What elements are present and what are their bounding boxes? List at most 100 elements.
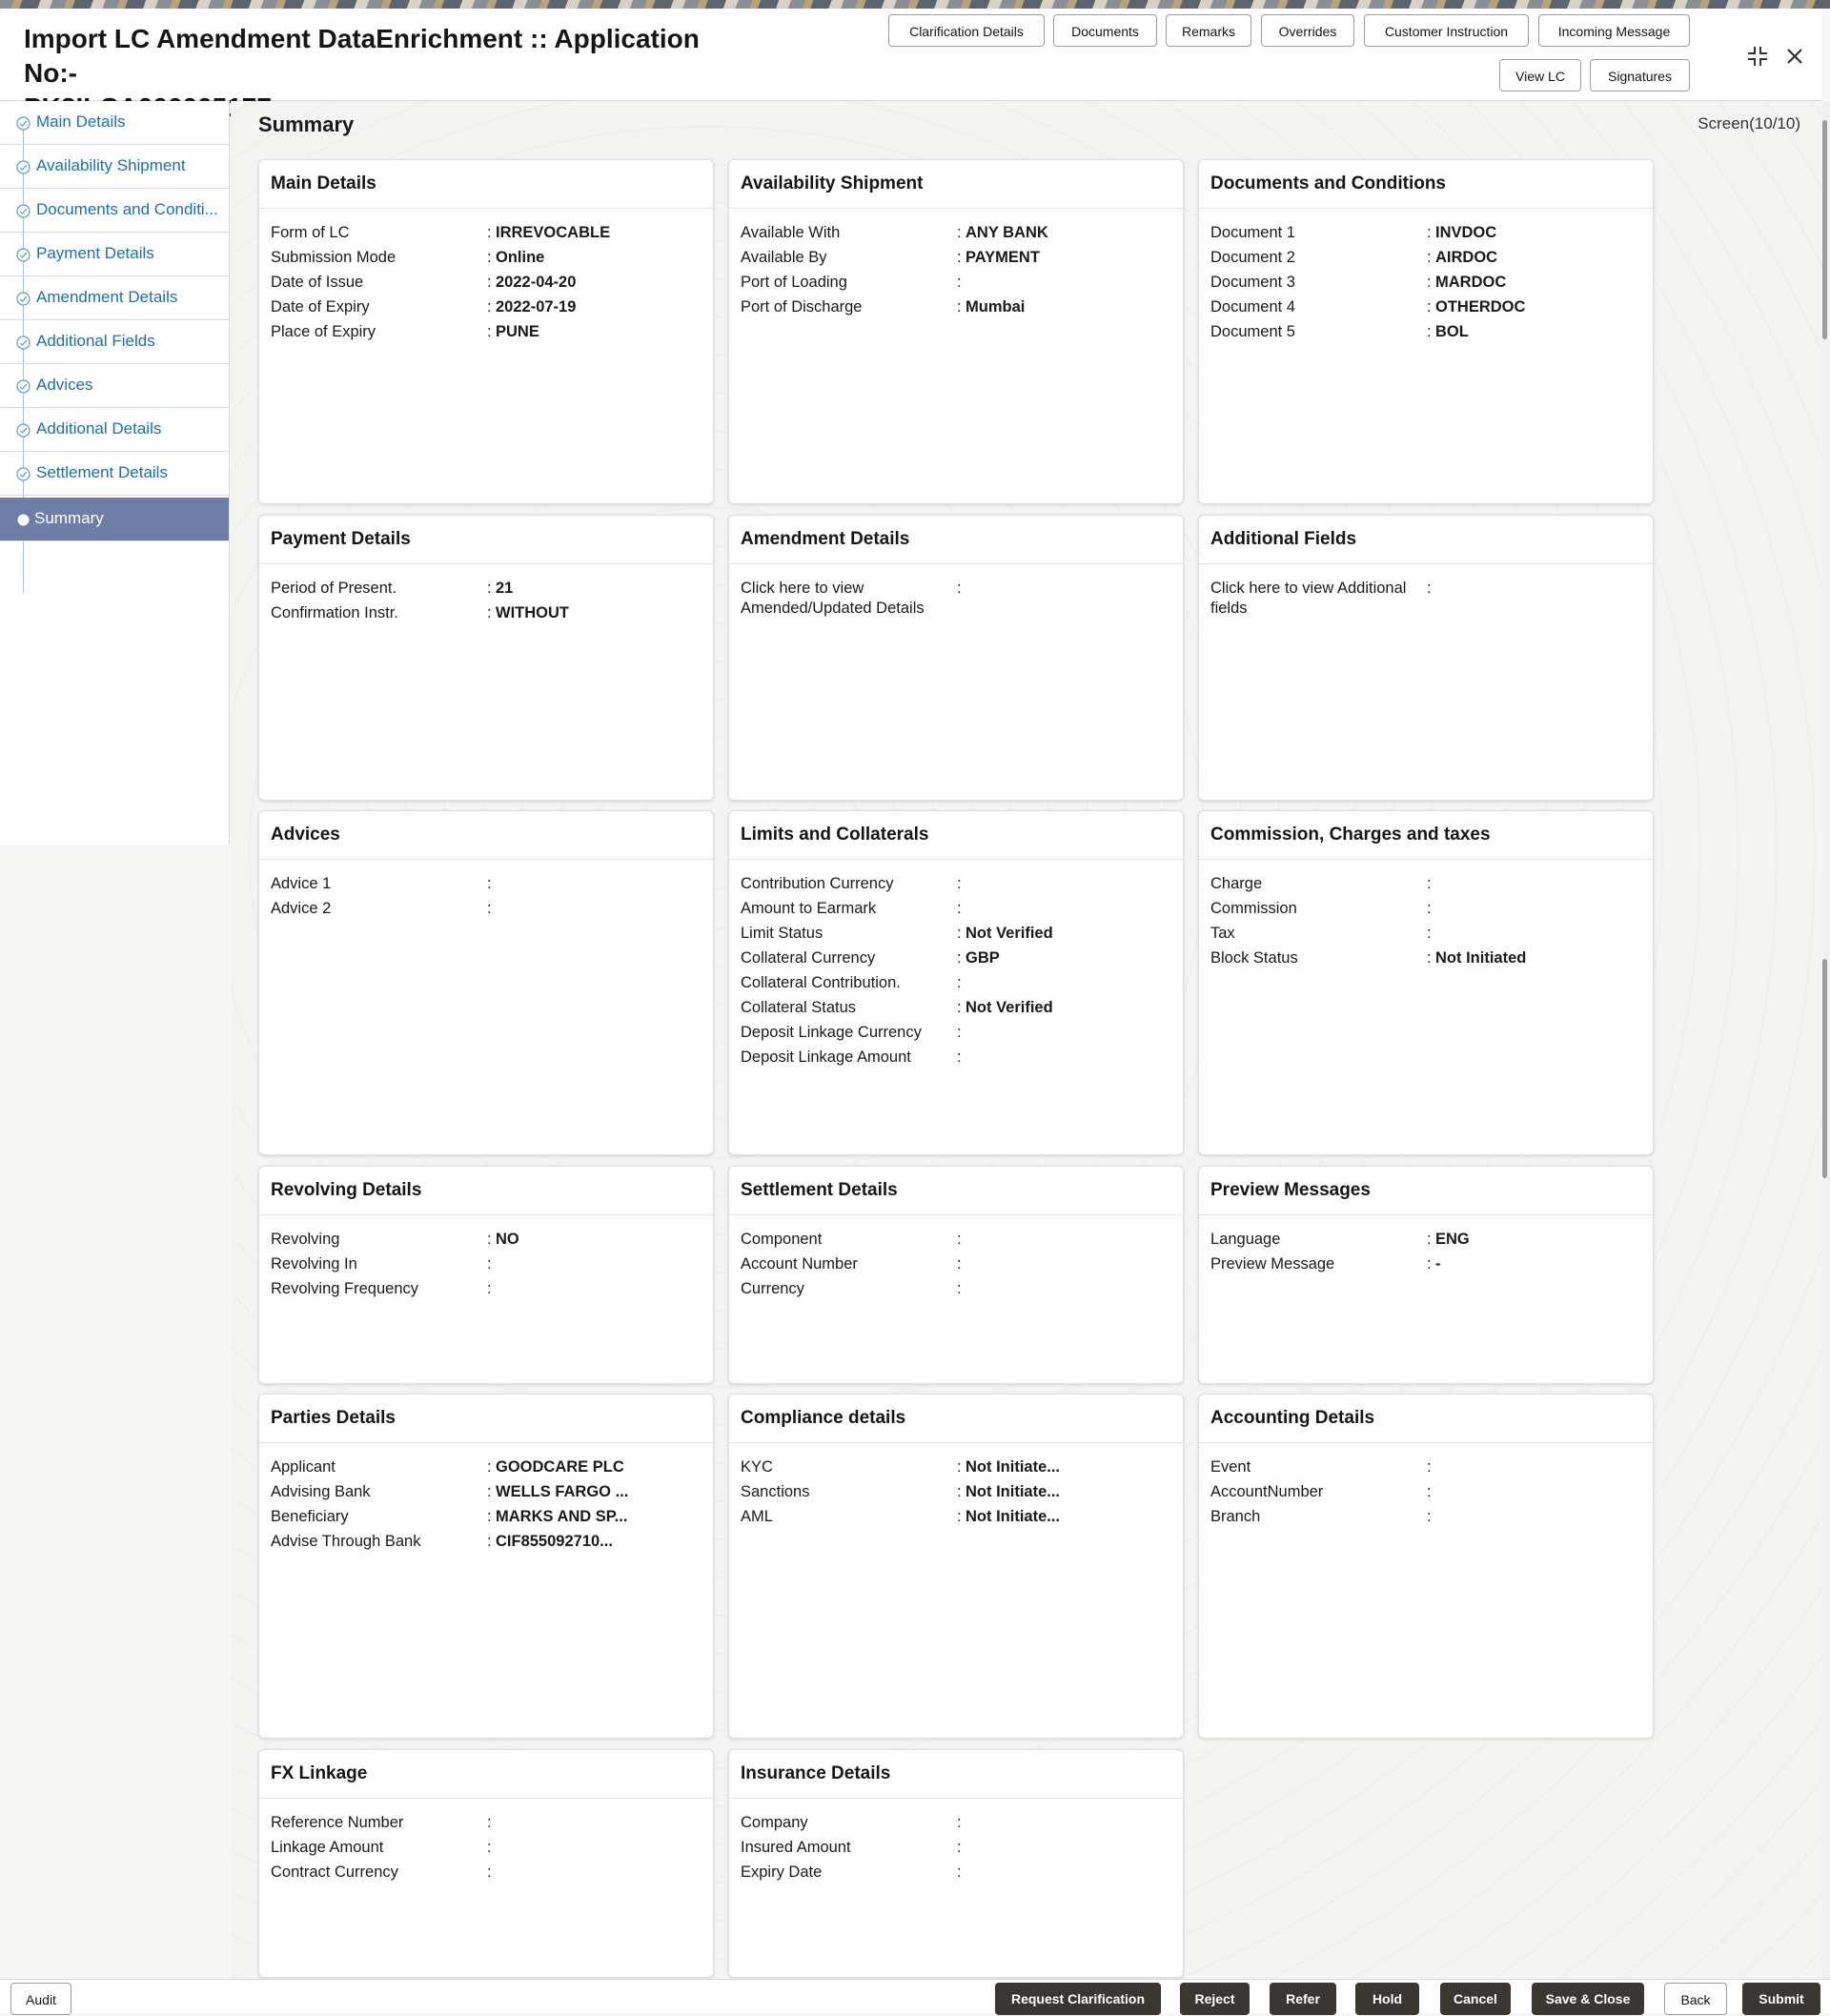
field-label[interactable]: Click here to view Additional fields: [1210, 579, 1422, 619]
field-row: Revolving: NO: [259, 1228, 713, 1252]
field-row: Advising Bank: WELLS FARGO ...: [259, 1480, 713, 1505]
reject-button[interactable]: Reject: [1180, 1983, 1250, 2015]
check-circle-icon: [16, 467, 30, 481]
field-separator: :: [957, 1231, 962, 1248]
customer-instruction-button[interactable]: Customer Instruction: [1364, 14, 1529, 47]
summary-card[interactable]: Limits and Collaterals Contribution Curre…: [728, 810, 1184, 1155]
card-title: Amendment Details: [729, 516, 1183, 564]
field-label: Contract Currency: [271, 1863, 398, 1881]
signatures-button[interactable]: Signatures: [1590, 59, 1690, 92]
field-separator: :: [1427, 949, 1432, 967]
clarification-details-button[interactable]: Clarification Details: [888, 14, 1045, 47]
field-label: Branch: [1210, 1508, 1261, 1525]
field-separator: :: [487, 1839, 492, 1856]
field-row: Commission:: [1199, 897, 1653, 922]
refer-button[interactable]: Refer: [1270, 1983, 1336, 2015]
field-row: Contribution Currency:: [729, 872, 1183, 897]
summary-card[interactable]: Payment Details Period of Present.:21 Conf…: [258, 515, 714, 801]
request-clarification-button[interactable]: Request Clarification: [995, 1983, 1161, 2015]
summary-card[interactable]: Additional Fields Click here to view Addi…: [1198, 515, 1654, 801]
field-separator: :: [957, 1255, 962, 1273]
field-separator: :: [1427, 249, 1432, 266]
card-title: Revolving Details: [259, 1167, 713, 1215]
summary-card[interactable]: Advices Advice 1: Advice 2:: [258, 810, 714, 1155]
summary-card[interactable]: Amendment Details Click here to view Amen…: [728, 515, 1184, 801]
cancel-button[interactable]: Cancel: [1440, 1983, 1511, 2015]
screen-counter: Screen(10/10): [1698, 114, 1800, 132]
field-value: Not Verified: [966, 999, 1053, 1016]
field-row: Charge:: [1199, 872, 1653, 897]
sidebar-item-settlement-details[interactable]: Settlement Details: [0, 452, 229, 496]
close-icon[interactable]: [1781, 43, 1808, 70]
summary-card[interactable]: Parties Details Applicant: GOODCARE PLC Adv…: [258, 1394, 714, 1739]
view-lc-button[interactable]: View LC: [1499, 59, 1581, 92]
sidebar-item-summary[interactable]: Summary: [0, 498, 229, 541]
summary-card[interactable]: Compliance details KYC: Not Initiate... San…: [728, 1394, 1184, 1739]
summary-card[interactable]: FX Linkage Reference Number: Linkage Amoun…: [258, 1749, 714, 1978]
field-separator: :: [487, 1458, 492, 1476]
summary-card[interactable]: Settlement Details Component: Account Numb…: [728, 1166, 1184, 1384]
field-value: PUNE: [496, 323, 539, 340]
field-row: Advice 1:: [259, 872, 713, 897]
sidebar-item-additional-details[interactable]: Additional Details: [0, 408, 229, 452]
field-label: Commission: [1210, 900, 1297, 917]
field-value: WELLS FARGO ...: [496, 1483, 629, 1500]
sidebar-item-documents-and-conditions[interactable]: Documents and Conditi...: [0, 189, 229, 233]
sidebar-item-additional-fields[interactable]: Additional Fields: [0, 320, 229, 364]
overrides-button[interactable]: Overrides: [1261, 14, 1354, 47]
field-label[interactable]: Click here to view Amended/Updated Detai…: [741, 579, 952, 619]
hold-button[interactable]: Hold: [1355, 1983, 1419, 2015]
field-row: Document 3: MARDOC: [1199, 271, 1653, 295]
field-separator: :: [1427, 323, 1432, 340]
field-row: Account Number:: [729, 1252, 1183, 1277]
field-row: Document 2: AIRDOC: [1199, 246, 1653, 271]
card-title: Compliance details: [729, 1395, 1183, 1443]
summary-card[interactable]: Insurance Details Company: Insured Amount:…: [728, 1749, 1184, 1978]
check-circle-icon: [16, 116, 30, 131]
field-row: KYC: Not Initiate...: [729, 1456, 1183, 1480]
field-value: Mumbai: [966, 298, 1026, 316]
summary-card[interactable]: Revolving Details Revolving: NO Revolving I…: [258, 1166, 714, 1384]
card-title: Availability Shipment: [729, 160, 1183, 209]
sidebar-item-advices[interactable]: Advices: [0, 364, 229, 408]
summary-card[interactable]: Availability Shipment Available With: ANY …: [728, 159, 1184, 504]
field-separator: :: [957, 900, 962, 917]
field-separator: :: [1427, 274, 1432, 291]
back-button[interactable]: Back: [1664, 1983, 1727, 2015]
collapse-icon[interactable]: [1744, 43, 1771, 70]
sidebar-item-amendment-details[interactable]: Amendment Details: [0, 276, 229, 320]
save-and-close-button[interactable]: Save & Close: [1532, 1983, 1644, 2015]
scrollbar-thumb-secondary[interactable]: [1822, 959, 1827, 1178]
sidebar-item-availability-shipment[interactable]: Availability Shipment: [0, 145, 229, 189]
sidebar-item-label: Additional Details: [36, 419, 162, 438]
field-separator: :: [487, 900, 492, 917]
sidebar-item-main-details[interactable]: Main Details: [0, 101, 229, 145]
remarks-button[interactable]: Remarks: [1166, 14, 1251, 47]
field-value: MARDOC: [1435, 274, 1507, 291]
summary-card[interactable]: Main Details Form of LC: IRREVOCABLE Submis…: [258, 159, 714, 504]
field-row: Date of Expiry:2022-07-19: [259, 295, 713, 320]
field-separator: :: [1427, 925, 1432, 942]
field-row: Available With: ANY BANK: [729, 221, 1183, 246]
field-row: Amount to Earmark:: [729, 897, 1183, 922]
summary-card[interactable]: Commission, Charges and taxes Charge: Comm…: [1198, 810, 1654, 1155]
card-fields: Component: Account Number: Currency:: [729, 1215, 1183, 1302]
documents-button[interactable]: Documents: [1053, 14, 1157, 47]
field-value: ENG: [1435, 1231, 1470, 1248]
summary-card[interactable]: Accounting Details Event: AccountNumber: Br…: [1198, 1394, 1654, 1739]
field-value: Not Initiate...: [966, 1483, 1060, 1500]
scrollbar-thumb[interactable]: [1822, 120, 1827, 339]
field-separator: :: [957, 999, 962, 1016]
field-label: Contribution Currency: [741, 875, 894, 892]
top-decorative-strip: [0, 0, 1830, 9]
audit-button[interactable]: Audit: [10, 1983, 71, 2015]
summary-card[interactable]: Preview Messages Language: ENG Preview Mess…: [1198, 1166, 1654, 1384]
card-fields: Click here to view Amended/Updated Detai…: [729, 564, 1183, 621]
submit-button[interactable]: Submit: [1742, 1983, 1820, 2015]
incoming-message-button[interactable]: Incoming Message: [1538, 14, 1690, 47]
field-separator: :: [487, 1483, 492, 1500]
vertical-scrollbar[interactable]: [1822, 101, 1830, 1979]
summary-card[interactable]: Documents and Conditions Document 1: INVDO…: [1198, 159, 1654, 504]
field-value: GOODCARE PLC: [496, 1458, 624, 1476]
sidebar-item-payment-details[interactable]: Payment Details: [0, 233, 229, 276]
